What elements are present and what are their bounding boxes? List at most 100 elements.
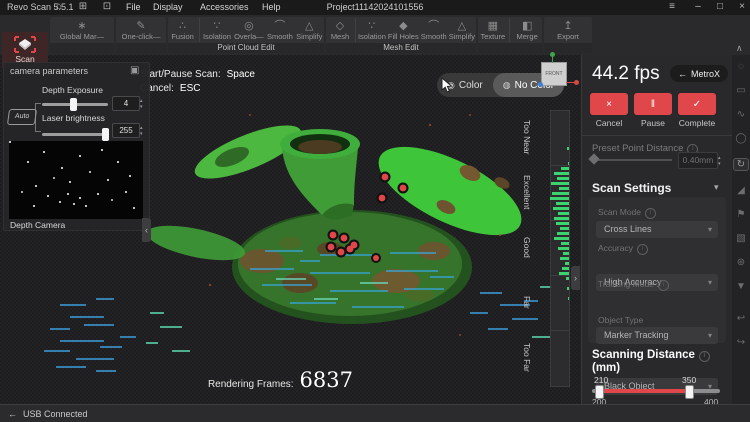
scanning-distance-slider[interactable] <box>592 389 720 393</box>
mesh-icon: ◇ <box>336 20 344 32</box>
scan-settings-chevron-icon[interactable]: ▾ <box>714 182 719 193</box>
preset-point-distance-handle[interactable] <box>588 153 599 164</box>
smooth-icon: ⌒ <box>428 20 439 32</box>
global-marker-button[interactable]: ∗ Global Mar— <box>60 20 104 41</box>
auto-exposure-button[interactable]: Auto <box>7 109 37 125</box>
status-bar: ← USB Connected <box>0 404 750 422</box>
scanning-distance-low: 210 <box>594 375 608 385</box>
marker-flag-icon[interactable]: ⚑ <box>732 209 750 220</box>
laser-brightness-stepper[interactable]: ▴▾ <box>140 125 143 137</box>
collapse-left-panel-tab[interactable]: ‹ <box>142 218 151 242</box>
depth-exposure-handle[interactable] <box>70 98 77 111</box>
preset-point-distance-stepper[interactable]: ▴▾ <box>718 155 721 167</box>
pc-simplify-button[interactable]: △ Simplify <box>296 20 322 41</box>
camera-icon[interactable]: ▣ <box>130 65 139 76</box>
mesh-simplify-button[interactable]: △ Simplify <box>449 20 475 41</box>
camera-panel-title: camera parameters <box>10 66 88 76</box>
overlap-icon: ◎ <box>244 20 254 32</box>
fill-tool-icon[interactable]: ▼ <box>732 281 750 292</box>
camera-parameters-panel: camera parameters ▣ Depth Exposure 4 ▴▾ … <box>3 62 150 231</box>
mouse-cursor-icon <box>441 77 453 93</box>
scan-icon <box>14 36 36 53</box>
scanning-distance-high: 350 <box>682 375 696 385</box>
laser-brightness-handle[interactable] <box>102 128 109 141</box>
scanning-distance-handle-high[interactable] <box>685 385 694 399</box>
depth-exposure-value[interactable]: 4 <box>112 96 140 111</box>
preset-point-distance-value[interactable]: 0.40mm <box>678 152 718 169</box>
collapse-left-icon: ‹ <box>145 225 148 235</box>
pc-isolation-button[interactable]: ∵ Isolation <box>203 20 231 41</box>
expand-right-panel-tab[interactable]: › <box>571 266 580 290</box>
plane-tool-icon[interactable]: ◢ <box>732 185 750 196</box>
pause-icon: ‖ <box>651 99 655 110</box>
circle-select-icon[interactable]: ◯ <box>732 133 750 144</box>
maximize-icon[interactable]: □ <box>712 1 728 12</box>
object-type-label: Object Type <box>598 315 643 325</box>
texture-button[interactable]: ▦ Texture <box>480 20 506 41</box>
laser-brightness-slider[interactable] <box>42 133 108 136</box>
minimize-icon[interactable]: – <box>690 1 706 12</box>
title-bar: Revo Scan 5.5.1 ⌂ ⊞ ⊡ File Display Acces… <box>0 0 750 15</box>
depth-exposure-stepper[interactable]: ▴▾ <box>140 98 143 110</box>
caret-down-icon: ▾ <box>708 221 712 238</box>
depth-camera-label: Depth Camera <box>10 220 65 230</box>
gear-tool-icon[interactable]: ⊛ <box>732 257 750 268</box>
fusion-button[interactable]: ∴ Fusion <box>170 20 196 41</box>
cancel-icon: × <box>606 99 612 110</box>
mesh-isolation-button[interactable]: ∵ Isolation <box>358 20 386 41</box>
depth-exposure-slider[interactable] <box>42 103 108 106</box>
rect-select-icon[interactable]: ▭ <box>732 85 750 96</box>
preferences-icon[interactable]: ≡ <box>664 1 680 12</box>
simplify-icon: △ <box>305 20 313 32</box>
isolation-icon: ∵ <box>213 20 220 32</box>
curve-select-icon[interactable]: ∿ <box>732 109 750 120</box>
orbit-tool-icon[interactable]: ↻ <box>733 158 749 171</box>
group-texture: ▦ Texture ◧ Merge <box>478 17 542 53</box>
tracking-mode-select[interactable]: Marker Tracking ▾ <box>596 327 718 344</box>
mesh-button[interactable]: ◇ Mesh <box>327 20 353 41</box>
laser-brightness-value[interactable]: 255 <box>112 123 140 138</box>
preset-point-distance-slider[interactable] <box>592 159 672 161</box>
export-button[interactable]: ↥ Export <box>555 20 581 41</box>
separator <box>355 18 356 42</box>
smooth-icon: ⌒ <box>274 20 285 32</box>
pc-smooth-button[interactable]: ⌒ Smooth <box>267 20 293 41</box>
view-cube-gizmo[interactable]: FRONT <box>541 62 567 86</box>
complete-button[interactable]: ✓ Complete <box>678 93 716 128</box>
lasso-select-icon[interactable]: ◌ <box>732 61 750 72</box>
pause-button[interactable]: ‖ Pause <box>634 93 672 128</box>
edit-tools-sidebar: ◌ ▭ ∿ ◯ ↻ ◢ ⚑ ▧ ⊛ ▼ ↩ ↪ <box>732 55 750 404</box>
info-icon: i <box>699 351 710 362</box>
one-click-button[interactable]: ✎ One-click— <box>122 20 161 41</box>
close-icon[interactable]: × <box>734 1 750 12</box>
overlap-button[interactable]: ◎ Overla— <box>234 20 264 41</box>
rendering-frames-value: 6837 <box>300 368 353 392</box>
histogram-labels: Too NearExcellentGoodFarToo Far <box>522 110 536 385</box>
scan-mode-select[interactable]: Cross Lines ▾ <box>596 221 718 238</box>
cube-tool-icon[interactable]: ▧ <box>732 233 750 244</box>
merge-button[interactable]: ◧ Merge <box>514 20 540 41</box>
gizmo-x-dot <box>574 80 579 85</box>
fps-counter: 44.2 fps <box>592 63 660 85</box>
collapse-ribbon-icon[interactable]: ∧ <box>736 43 743 54</box>
revo-scan-window: Revo Scan 5.5.1 ⌂ ⊞ ⊡ File Display Acces… <box>0 0 750 422</box>
separator <box>199 18 200 42</box>
no-color-icon: ◍ <box>503 80 511 91</box>
fill-holes-button[interactable]: ◆ Fill Holes <box>388 20 419 41</box>
cancel-button[interactable]: × Cancel <box>590 93 628 128</box>
laser-brightness-label: Laser brightness <box>42 113 105 123</box>
scan-settings-card: Scan Modei Cross Lines ▾ Accuracyi High … <box>588 197 726 343</box>
accuracy-label: Accuracyi <box>598 243 648 255</box>
group-global-marker: ∗ Global Mar— <box>50 17 114 53</box>
merge-icon: ◧ <box>522 20 532 32</box>
info-icon: i <box>645 208 656 219</box>
mesh-smooth-button[interactable]: ⌒ Smooth <box>421 20 447 41</box>
undo-icon[interactable]: ↩ <box>732 313 750 324</box>
group-point-cloud-edit: ∴ Fusion ∵ Isolation ◎ Overla— ⌒ Smooth <box>168 17 324 53</box>
metrox-button[interactable]: ← MetroX <box>670 65 728 82</box>
one-click-icon: ✎ <box>136 20 145 32</box>
3d-viewport[interactable]: Start/Pause Scan:Space Cancel:ESC ◉ Colo… <box>0 55 581 404</box>
redo-icon[interactable]: ↪ <box>732 337 750 348</box>
histogram-segment <box>551 276 569 331</box>
scanning-distance-label: Scanning Distancei (mm) <box>592 349 710 375</box>
